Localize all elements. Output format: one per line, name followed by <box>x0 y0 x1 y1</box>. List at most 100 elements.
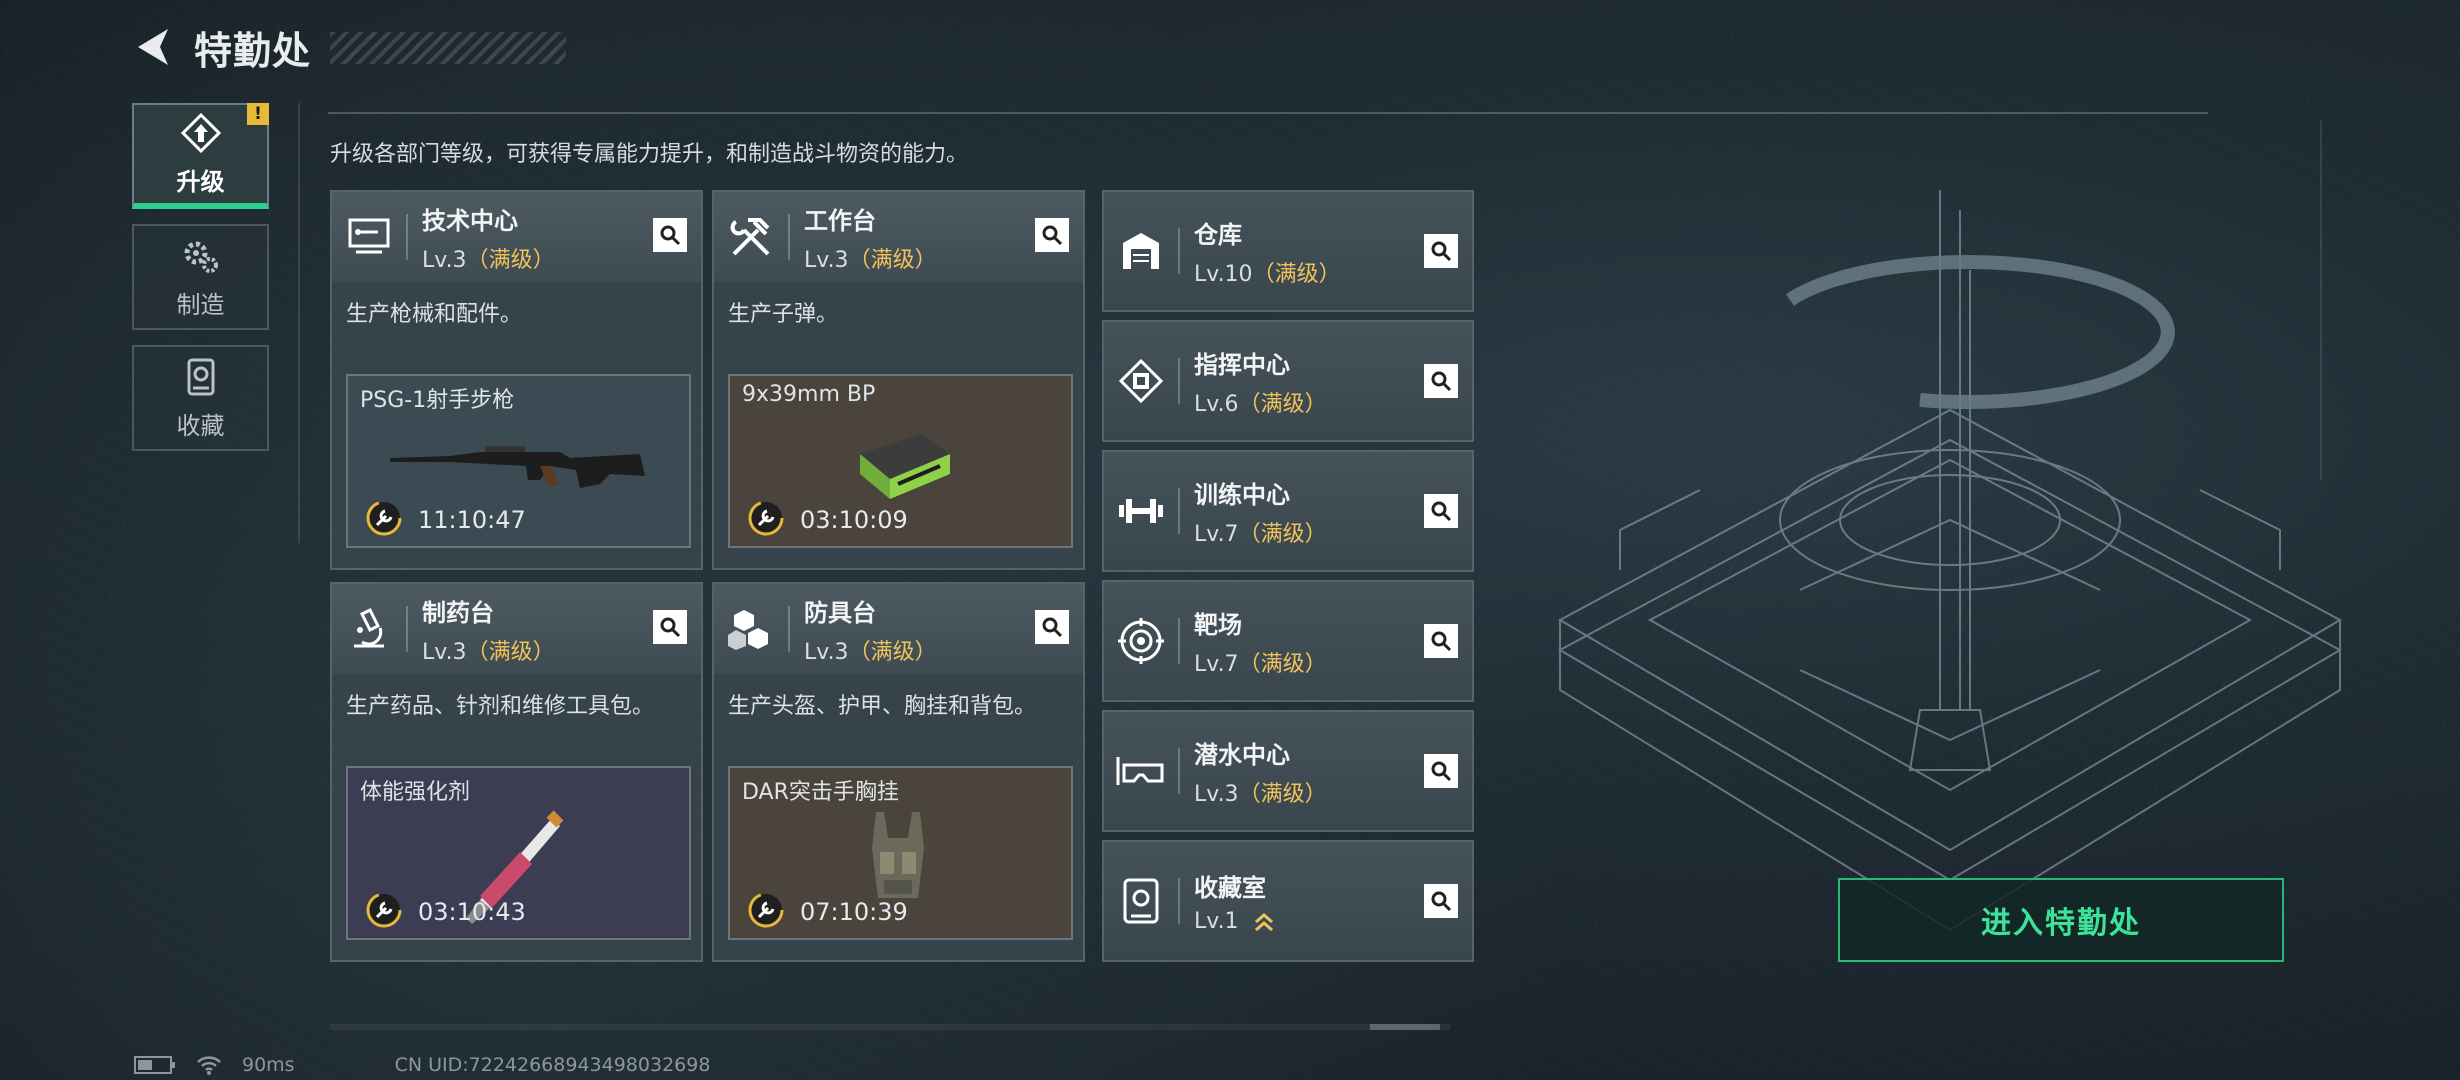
detail-search-button[interactable] <box>1424 754 1458 788</box>
tab-upgrade[interactable]: ! 升级 <box>132 103 269 209</box>
facility-card-training-center[interactable]: 训练中心 Lv.7（满级） <box>1102 450 1474 572</box>
wifi-icon <box>197 1056 221 1075</box>
facility-row: 靶场 Lv.7（满级） <box>1104 582 1472 700</box>
facility-card-diving-center[interactable]: 潜水中心 Lv.3（满级） <box>1102 710 1474 832</box>
name-block: 收藏室 Lv.1 <box>1194 868 1276 934</box>
dumbbell-icon <box>1104 452 1178 570</box>
command-chip-icon <box>1104 322 1178 440</box>
workshop-card-tech-center[interactable]: 技术中心 Lv.3（满级） 生产枪械和配件。 PSG-1射手步枪 11:10:4… <box>330 190 703 570</box>
workshop-name: 工作台 <box>804 206 876 235</box>
divider-vertical <box>298 103 300 543</box>
max-level-tag: （满级） <box>848 639 937 665</box>
detail-search-button[interactable] <box>653 610 687 644</box>
search-icon <box>1042 617 1063 638</box>
level-value: Lv.7 <box>1194 521 1239 547</box>
tab-collection[interactable]: 收藏 <box>132 345 269 451</box>
warning-badge: ! <box>247 103 269 125</box>
header-separator <box>406 606 408 652</box>
level-value: Lv.3 <box>804 639 849 665</box>
workshop-name: 防具台 <box>804 598 876 627</box>
user-uid: CN UID:72242668943498032698 <box>394 1054 711 1076</box>
workshop-description: 生产枪械和配件。 <box>346 302 523 327</box>
wrench-timer-icon <box>748 892 784 928</box>
name-block: 仓库 Lv.10（满级） <box>1194 215 1341 288</box>
detail-search-button[interactable] <box>1035 218 1069 252</box>
name-block: 防具台 Lv.3（满级） <box>804 593 937 666</box>
workshop-level: Lv.3（满级） <box>422 634 555 666</box>
max-level-tag: （满级） <box>466 247 555 273</box>
detail-search-button[interactable] <box>653 218 687 252</box>
search-icon <box>1042 225 1063 246</box>
header-separator <box>788 214 790 260</box>
scrollbar-thumb[interactable] <box>1370 1024 1440 1030</box>
workshop-level: Lv.3（满级） <box>804 634 937 666</box>
collection-icon <box>187 358 214 395</box>
sidebar: ! 升级 制造 收藏 <box>132 103 269 466</box>
workshop-description: 生产药品、针剂和维修工具包。 <box>346 694 655 719</box>
search-icon <box>1431 631 1452 652</box>
facility-card-shooting-range[interactable]: 靶场 Lv.7（满级） <box>1102 580 1474 702</box>
divider-horizontal <box>328 112 2208 114</box>
tab-collection-label: 收藏 <box>176 411 225 440</box>
enter-special-ops-button[interactable]: 进入特勤处 <box>1838 878 2284 962</box>
name-block: 潜水中心 Lv.3（满级） <box>1194 735 1327 808</box>
computer-icon <box>332 192 406 282</box>
name-block: 制药台 Lv.3（满级） <box>422 593 555 666</box>
level-value: Lv.7 <box>1194 651 1239 677</box>
name-block: 指挥中心 Lv.6（满级） <box>1194 345 1327 418</box>
header-separator <box>1178 358 1180 404</box>
detail-search-button[interactable] <box>1424 624 1458 658</box>
facility-level: Lv.3（满级） <box>1194 776 1327 808</box>
header-separator <box>406 214 408 260</box>
header-separator <box>1178 488 1180 534</box>
detail-search-button[interactable] <box>1424 234 1458 268</box>
workshop-level: Lv.3（满级） <box>422 242 555 274</box>
search-icon <box>1431 501 1452 522</box>
workshop-card-pharmacy[interactable]: 制药台 Lv.3（满级） 生产药品、针剂和维修工具包。 体能强化剂 03:10:… <box>330 582 703 962</box>
tab-craft[interactable]: 制造 <box>132 224 269 330</box>
detail-search-button[interactable] <box>1424 364 1458 398</box>
facility-card-command-center[interactable]: 指挥中心 Lv.6（满级） <box>1102 320 1474 442</box>
production-slot[interactable]: DAR突击手胸挂 07:10:39 <box>728 766 1073 940</box>
facility-name: 靶场 <box>1194 610 1242 639</box>
production-slot[interactable]: 体能强化剂 03:10:43 <box>346 766 691 940</box>
page-title: 特勤处 <box>194 28 312 73</box>
header-separator <box>788 606 790 652</box>
card-header: 防具台 Lv.3（满级） <box>714 584 1083 674</box>
facility-card-collection-room[interactable]: 收藏室 Lv.1 <box>1102 840 1474 962</box>
horizontal-scrollbar[interactable] <box>330 1024 1450 1030</box>
facility-row: 潜水中心 Lv.3（满级） <box>1104 712 1472 830</box>
ping-value: 90ms <box>242 1054 295 1076</box>
upgrade-icon <box>180 112 221 153</box>
facility-card-warehouse[interactable]: 仓库 Lv.10（满级） <box>1102 190 1474 312</box>
production-slot[interactable]: PSG-1射手步枪 11:10:47 <box>346 374 691 548</box>
workshop-card-armor-bench[interactable]: 防具台 Lv.3（满级） 生产头盔、护甲、胸挂和背包。 DAR突击手胸挂 07:… <box>712 582 1085 962</box>
header: 特勤处 <box>132 24 311 73</box>
decorative-line <box>2320 120 2322 480</box>
max-level-tag: （满级） <box>1238 781 1327 807</box>
level-value: Lv.10 <box>1194 261 1253 287</box>
back-arrow-icon[interactable] <box>132 25 176 69</box>
section-description: 升级各部门等级，可获得专属能力提升，和制造战斗物资的能力。 <box>330 142 969 167</box>
facility-row: 指挥中心 Lv.6（满级） <box>1104 322 1472 440</box>
card-header: 工作台 Lv.3（满级） <box>714 192 1083 282</box>
name-block: 技术中心 Lv.3（满级） <box>422 201 555 274</box>
card-header: 技术中心 Lv.3（满级） <box>332 192 701 282</box>
detail-search-button[interactable] <box>1424 494 1458 528</box>
diving-mask-icon <box>1104 712 1178 830</box>
tab-craft-label: 制造 <box>176 290 225 319</box>
workshop-card-workbench[interactable]: 工作台 Lv.3（满级） 生产子弹。 9x39mm BP 03:10:09 <box>712 190 1085 570</box>
header-separator <box>1178 228 1180 274</box>
chest-rig-image <box>872 812 924 898</box>
detail-search-button[interactable] <box>1035 610 1069 644</box>
wrench-timer-icon <box>366 892 402 928</box>
search-icon <box>660 617 681 638</box>
header-separator <box>1178 878 1180 924</box>
search-icon <box>1431 371 1452 392</box>
detail-search-button[interactable] <box>1424 884 1458 918</box>
search-icon <box>1431 761 1452 782</box>
workshop-name: 制药台 <box>422 598 494 627</box>
card-header: 制药台 Lv.3（满级） <box>332 584 701 674</box>
workshop-description: 生产子弹。 <box>728 302 839 327</box>
production-slot[interactable]: 9x39mm BP 03:10:09 <box>728 374 1073 548</box>
